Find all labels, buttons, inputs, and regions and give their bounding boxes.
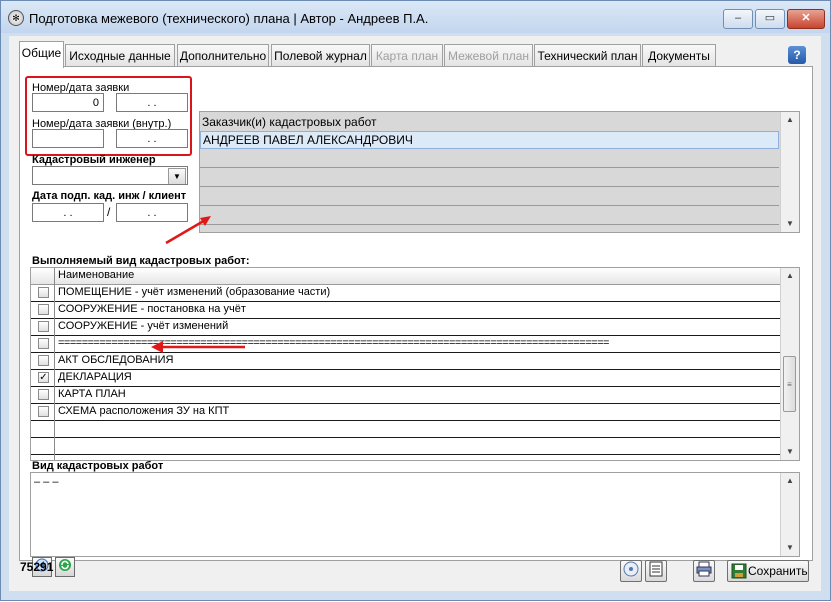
customer-row[interactable]: АНДРЕЕВ ПАВЕЛ АЛЕКСАНДРОВИЧ	[200, 131, 779, 149]
scroll-thumb[interactable]: ≡	[783, 356, 796, 412]
refresh-icon[interactable]	[55, 557, 75, 577]
work-type-label: Вид кадастровых работ	[32, 460, 164, 472]
request-internal-number-input[interactable]	[32, 129, 104, 148]
scroll-down-icon[interactable]: ▼	[781, 216, 799, 232]
list-item[interactable]: КАРТА ПЛАН	[31, 387, 780, 404]
close-button[interactable]: ✕	[787, 9, 825, 29]
works-label: Выполняемый вид кадастровых работ:	[32, 255, 250, 267]
work-checkbox[interactable]	[38, 304, 49, 315]
list-item[interactable]	[31, 421, 780, 438]
work-name: СООРУЖЕНИЕ - учёт изменений	[58, 320, 229, 332]
tab-boundary-plan[interactable]: Межевой план	[444, 44, 533, 67]
list-item[interactable]: ✓ ДЕКЛАРАЦИЯ	[31, 370, 780, 387]
work-name: ПОМЕЩЕНИЕ - учёт изменений (образование …	[58, 286, 331, 298]
minimize-button[interactable]: ‒	[723, 9, 753, 29]
window-title: Подготовка межевого (технического) плана…	[29, 11, 429, 26]
dialog-body: Общие Исходные данные Дополнительно Поле…	[9, 36, 821, 591]
tab-additional[interactable]: Дополнительно	[177, 44, 269, 67]
work-checkbox[interactable]	[38, 406, 49, 417]
work-name: АКТ ОБСЛЕДОВАНИЯ	[58, 354, 174, 366]
request-internal-date-input[interactable]: . .	[116, 129, 188, 148]
work-name: ========================================…	[58, 337, 609, 349]
tab-technical-plan[interactable]: Технический план	[534, 44, 641, 67]
sign-date-separator: /	[107, 205, 111, 219]
scroll-down-icon[interactable]: ▼	[781, 444, 799, 460]
customers-grid[interactable]: Заказчик(и) кадастровых работ АНДРЕЕВ ПА…	[199, 111, 800, 233]
engineer-label: Кадастровый инженер	[32, 154, 156, 166]
general-panel: Номер/дата заявки 0 . . Номер/дата заявк…	[19, 66, 813, 577]
save-button[interactable]: Сохранить	[727, 560, 809, 582]
list-item[interactable]: СООРУЖЕНИЕ - учёт изменений	[31, 319, 780, 336]
sign-date-client-input[interactable]: . .	[116, 203, 188, 222]
sign-date-engineer-input[interactable]: . .	[32, 203, 104, 222]
list-item[interactable]: АКТ ОБСЛЕДОВАНИЯ	[31, 353, 780, 370]
customer-row[interactable]	[200, 207, 779, 225]
scroll-down-icon[interactable]: ▼	[781, 540, 799, 556]
scroll-up-icon[interactable]: ▲	[781, 112, 799, 128]
works-scrollbar[interactable]: ▲ ≡ ▼	[780, 268, 799, 460]
work-checkbox[interactable]	[38, 338, 49, 349]
scroll-up-icon[interactable]: ▲	[781, 268, 799, 284]
list-item[interactable]: ПОМЕЩЕНИЕ - учёт изменений (образование …	[31, 285, 780, 302]
column-divider	[54, 268, 55, 460]
sign-date-label: Дата подп. кад. инж / клиент	[32, 190, 187, 202]
list-item[interactable]: СООРУЖЕНИЕ - постановка на учёт	[31, 302, 780, 319]
list-item[interactable]	[31, 438, 780, 455]
work-type-textarea[interactable]: – – – ▲ ▼	[30, 472, 800, 557]
tab-general[interactable]: Общие	[19, 41, 64, 68]
customers-scrollbar[interactable]: ▲ ▼	[780, 112, 799, 232]
disc-icon[interactable]	[620, 560, 642, 582]
work-checkbox[interactable]	[38, 287, 49, 298]
work-checkbox[interactable]	[38, 355, 49, 366]
works-grid[interactable]: Наименование ПОМЕЩЕНИЕ - учёт изменений …	[30, 267, 800, 461]
customers-label: Заказчик(и) кадастровых работ	[202, 115, 377, 129]
work-checkbox[interactable]	[38, 389, 49, 400]
save-icon	[731, 563, 747, 585]
engineer-select[interactable]: ▼	[32, 166, 188, 185]
list-item[interactable]: ========================================…	[31, 336, 780, 353]
work-name: ДЕКЛАРАЦИЯ	[58, 371, 132, 383]
help-icon[interactable]: ?	[788, 46, 806, 64]
printer-icon[interactable]	[693, 560, 715, 582]
work-name: КАРТА ПЛАН	[58, 388, 126, 400]
app-icon[interactable]: ✻	[8, 10, 24, 26]
work-type-value: – – –	[34, 476, 59, 488]
work-checkbox-checked[interactable]: ✓	[38, 372, 49, 383]
works-header: Наименование	[31, 268, 780, 285]
request-date-input[interactable]: . .	[116, 93, 188, 112]
combo-arrow-icon[interactable]: ▼	[168, 168, 186, 184]
customer-row[interactable]	[200, 150, 779, 168]
tab-map-plan[interactable]: Карта план	[371, 44, 443, 67]
work-name: СХЕМА расположения ЗУ на КПТ	[58, 405, 230, 417]
save-label: Сохранить	[748, 564, 808, 578]
record-id: 75291	[20, 560, 54, 574]
customer-row[interactable]	[200, 188, 779, 206]
tab-documents[interactable]: Документы	[642, 44, 716, 67]
document-icon[interactable]	[645, 560, 667, 582]
list-item[interactable]: СХЕМА расположения ЗУ на КПТ	[31, 404, 780, 421]
scroll-up-icon[interactable]: ▲	[781, 473, 799, 489]
work-type-scrollbar[interactable]: ▲ ▼	[780, 473, 799, 556]
customer-row[interactable]	[200, 169, 779, 187]
tab-field-journal[interactable]: Полевой журнал	[271, 44, 370, 67]
main-window: ✻ Подготовка межевого (технического) пла…	[0, 0, 831, 601]
work-checkbox[interactable]	[38, 321, 49, 332]
title-bar[interactable]: ✻ Подготовка межевого (технического) пла…	[1, 1, 830, 33]
work-name: СООРУЖЕНИЕ - постановка на учёт	[58, 303, 246, 315]
works-column-header[interactable]: Наименование	[58, 269, 134, 281]
request-number-input[interactable]: 0	[32, 93, 104, 112]
tab-source-data[interactable]: Исходные данные	[65, 44, 175, 67]
maximize-button[interactable]: ▭	[755, 9, 785, 29]
